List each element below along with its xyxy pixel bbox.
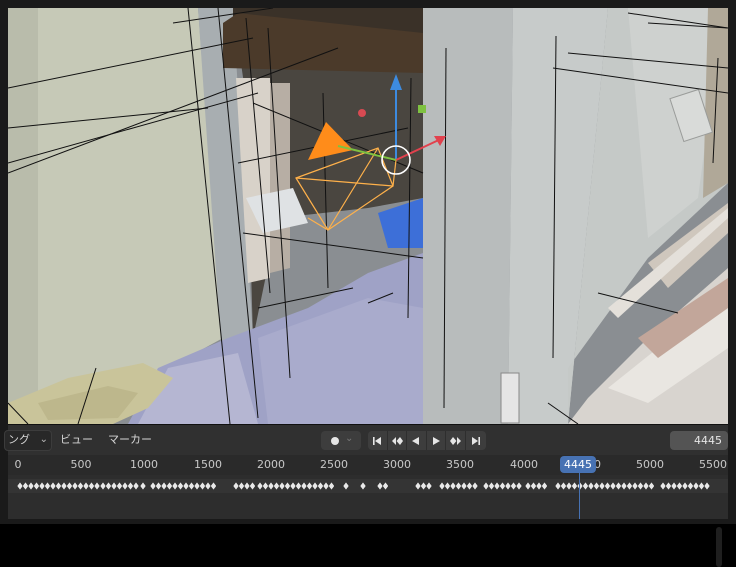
jump-to-start-icon[interactable] [368,431,388,450]
ruler-tick: 5500 [699,458,727,471]
current-frame-indicator[interactable]: 4445 [560,456,596,473]
playback-controls [368,431,486,450]
center-pillar [423,8,513,424]
jump-to-end-icon[interactable] [466,431,486,450]
chevron-down-icon[interactable]: ⌄ [345,433,353,444]
ruler-tick: 3000 [383,458,411,471]
ruler-tick: 0 [14,458,22,471]
keyframe-markers [8,479,728,493]
ruler-tick: 1500 [194,458,222,471]
wall-outlet [500,372,520,424]
record-dot-icon[interactable] [325,431,344,450]
play-icon[interactable] [427,431,447,450]
playback-mode-label: ング [8,433,30,446]
auto-keying-group: ⌄ [321,431,361,450]
ruler-tick: 2500 [320,458,348,471]
left-wall [8,8,223,403]
playback-mode-dropdown[interactable]: ング ⌄ [4,430,52,451]
next-keyframe-icon[interactable] [446,431,466,450]
ruler-tick: 4000 [510,458,538,471]
ruler-tick: 3500 [446,458,474,471]
current-frame-field[interactable]: 4445 [670,431,728,450]
timeline-scrollbar[interactable] [716,527,722,567]
previous-keyframe-icon[interactable] [388,431,408,450]
frame-ruler[interactable]: 0 500 1000 1500 2000 2500 3000 3500 4000… [8,455,728,475]
menu-view[interactable]: ビュー [60,433,93,447]
3d-viewport[interactable] [8,8,728,424]
timeline-header: ング ⌄ ビュー マーカー ⌄ 4445 [4,425,728,455]
ruler-tick: 5000 [636,458,664,471]
menu-marker[interactable]: マーカー [108,433,152,447]
ruler-tick: 1000 [130,458,158,471]
ruler-tick: 2000 [257,458,285,471]
keyframe-track[interactable] [8,475,728,567]
ruler-tick: 500 [70,458,92,471]
timeline-editor[interactable]: ング ⌄ ビュー マーカー ⌄ 4445 0 500 1000 1500 200… [4,424,728,567]
play-reverse-icon[interactable] [407,431,427,450]
chevron-down-icon: ⌄ [39,434,48,445]
viewport-scene [8,8,728,424]
blender-window: ング ⌄ ビュー マーカー ⌄ 4445 0 500 1000 1500 200… [0,0,736,567]
playhead-line[interactable] [579,473,580,519]
